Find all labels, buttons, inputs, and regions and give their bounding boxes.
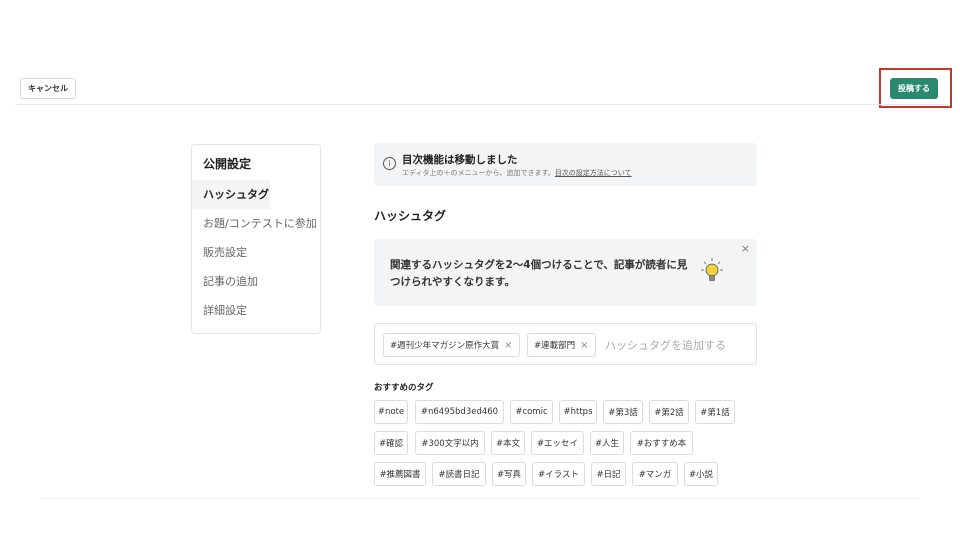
- sidebar-item-sales[interactable]: 販売設定: [192, 238, 320, 267]
- lightbulb-icon: [701, 258, 723, 281]
- toc-moved-notice: i 目次機能は移動しました エディタ上の＋のメニューから、追加できます。目次の設…: [374, 143, 757, 186]
- footer-divider: [40, 498, 920, 499]
- cancel-button[interactable]: キャンセル: [20, 78, 76, 99]
- sidebar-title: 公開設定: [203, 157, 252, 171]
- recommended-tag[interactable]: #comic: [510, 400, 553, 424]
- publish-button[interactable]: 投稿する: [890, 78, 938, 99]
- recommended-tag[interactable]: #https: [559, 400, 597, 424]
- recommended-tag[interactable]: #おすすめ本: [630, 431, 693, 455]
- recommended-tag[interactable]: #第2話: [649, 400, 689, 424]
- remove-tag-icon[interactable]: ×: [580, 340, 588, 351]
- recommended-tag[interactable]: #note: [374, 400, 408, 424]
- sidebar-item-add-article[interactable]: 記事の追加: [192, 267, 320, 296]
- selected-tag-label: #連載部門: [534, 341, 576, 351]
- close-icon[interactable]: ×: [741, 242, 750, 255]
- recommended-tag[interactable]: #n6495bd3ed460: [415, 400, 504, 424]
- notice-title: 目次機能は移動しました: [402, 154, 518, 166]
- info-icon: i: [383, 157, 396, 170]
- recommended-tag[interactable]: #300文字以内: [415, 431, 485, 455]
- hashtag-section-title: ハッシュタグ: [374, 209, 447, 223]
- recommended-tag[interactable]: #写真: [492, 462, 526, 486]
- recommended-tag[interactable]: #確認: [374, 431, 408, 455]
- selected-tag-chip: #週刊少年マガジン原作大賞 ×: [383, 333, 520, 357]
- recommended-tag[interactable]: #日記: [591, 462, 626, 486]
- sidebar-item-contest[interactable]: お題/コンテストに参加: [192, 209, 320, 238]
- toc-help-link[interactable]: 目次の設定方法について: [555, 169, 632, 177]
- recommended-tag[interactable]: #推薦図書: [374, 462, 426, 486]
- recommended-tag[interactable]: #人生: [590, 431, 624, 455]
- sidebar-item-hashtag[interactable]: ハッシュタグ: [192, 180, 270, 209]
- recommended-tag[interactable]: #マンガ: [632, 462, 678, 486]
- selected-tag-chip: #連載部門 ×: [527, 333, 596, 357]
- sidebar-item-advanced[interactable]: 詳細設定: [192, 296, 320, 325]
- top-bar: キャンセル 投稿する: [0, 0, 960, 108]
- recommended-tag[interactable]: #イラスト: [532, 462, 585, 486]
- recommended-tag[interactable]: #小説: [684, 462, 718, 486]
- recommended-tag[interactable]: #本文: [491, 431, 525, 455]
- recommended-tag[interactable]: #第3話: [603, 400, 643, 424]
- selected-tag-label: #週刊少年マガジン原作大賞: [390, 341, 500, 351]
- header-divider: [15, 104, 945, 105]
- recommended-tags-title: おすすめのタグ: [374, 383, 434, 393]
- recommended-tag[interactable]: #第1話: [695, 400, 735, 424]
- recommended-tag[interactable]: #エッセイ: [531, 431, 584, 455]
- notice-subtitle-text: エディタ上の＋のメニューから、追加できます。: [402, 169, 555, 177]
- hashtag-input-placeholder[interactable]: ハッシュタグを追加する: [605, 337, 726, 353]
- settings-sidebar: 公開設定 ハッシュタグ お題/コンテストに参加 販売設定 記事の追加 詳細設定: [191, 144, 321, 334]
- hashtag-tip: 関連するハッシュタグを2〜4個つけることで、記事が読者に見つけられやすくなります…: [374, 239, 757, 306]
- hashtag-input-field[interactable]: #週刊少年マガジン原作大賞 × #連載部門 × ハッシュタグを追加する: [374, 323, 757, 365]
- recommended-tag[interactable]: #読書日記: [432, 462, 486, 486]
- tip-text: 関連するハッシュタグを2〜4個つけることで、記事が読者に見つけられやすくなります…: [390, 259, 688, 288]
- notice-subtitle: エディタ上の＋のメニューから、追加できます。目次の設定方法について: [402, 168, 632, 178]
- remove-tag-icon[interactable]: ×: [504, 340, 512, 351]
